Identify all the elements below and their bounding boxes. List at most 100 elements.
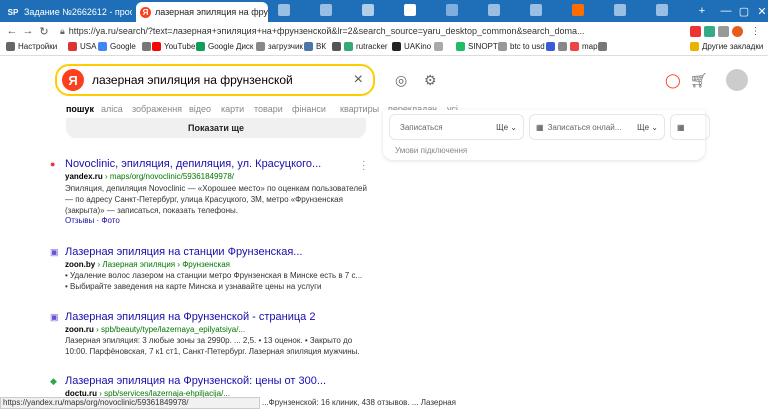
extension-icon[interactable] [704,26,715,37]
bookmark-favicon-icon [332,42,341,51]
bookmark-favicon-icon [558,42,567,51]
tab-alisa[interactable]: аліса [101,104,123,114]
yandex-logo-icon[interactable]: Я [62,69,84,91]
close-window-button[interactable]: ✕ [750,0,768,22]
new-tab-button[interactable]: + [690,0,714,22]
calendar-icon: ▦ [536,122,544,132]
bookmark-favicon-icon [6,42,15,51]
profile-icon[interactable] [732,26,743,37]
clear-icon[interactable]: × [354,71,363,89]
map-pin-icon: ● [50,159,56,169]
bookmark-item[interactable]: maps [570,42,602,51]
result-snippet: Лазерная эпиляция: 3 любые зоны за 2990р… [65,336,360,356]
result-url[interactable]: zoon.by › Лазерная эпиляция › Фрунзенска… [65,260,230,269]
search-box[interactable]: Я лазерная эпиляция на фрунзенской × [55,64,375,96]
bookmark-label: YouTube [164,42,196,51]
bookmark-item[interactable]: btc to usd [498,42,545,51]
tab-favicon-icon[interactable] [362,4,374,16]
search-input[interactable]: лазерная эпиляция на фрунзенской [92,73,293,87]
tab-title: Задание №2662612 - просмотр [24,7,132,17]
tab-images[interactable]: зображення [132,104,182,114]
show-more-button[interactable]: Показати ще [66,118,366,138]
address-bar[interactable]: 🔒︎ https://ya.ru/search/?text=лазерная+эп… [60,23,685,39]
more-options-icon[interactable]: · · · [362,157,365,175]
connection-terms-link[interactable]: Умови підключення [395,146,467,155]
alisa-icon[interactable]: ◯ [665,72,681,89]
avatar[interactable] [726,69,748,91]
extension-icon[interactable] [690,26,701,37]
tab-favicon-icon[interactable] [656,4,668,16]
bookmark-item[interactable]: ВК [304,42,326,51]
tab-video[interactable]: відео [189,104,211,114]
tab-finance[interactable]: фінанси [292,104,326,114]
tab-apartments[interactable]: квартиры [340,104,379,114]
puzzle-icon[interactable] [718,26,729,37]
status-bar-url: https://yandex.ru/maps/org/novoclinic/59… [0,397,260,409]
tab-favicon-icon[interactable] [488,4,500,16]
booking-panel: Записаться Ще ⌄ ▦ Записаться онлай... Ще… [383,110,710,160]
booking-slot[interactable]: Записаться Ще ⌄ [389,114,524,140]
tab-favicon-icon[interactable] [614,4,626,16]
forward-arrow-icon[interactable]: → [20,25,36,37]
booking-slot[interactable]: ▦ [670,114,710,140]
bookmark-item[interactable]: Google Диск [196,42,253,51]
result-links[interactable]: Отзывы · Фото [65,216,120,225]
booking-select[interactable]: Ще ⌄ [496,123,517,132]
cart-icon[interactable]: 🛒︎ [690,72,708,89]
booking-slot[interactable]: ▦ Записаться онлай... Ще ⌄ [529,114,665,140]
booking-select[interactable]: Ще ⌄ [637,123,658,132]
bookmark-item[interactable]: Google [98,42,136,51]
bookmark-item[interactable]: Настройки [6,42,57,51]
tab-favicon-icon[interactable] [278,4,290,16]
bookmark-item[interactable]: загрузчик [256,42,303,51]
bookmark-label: Google [110,42,136,51]
bookmark-label: btc to usd [510,42,545,51]
result-title[interactable]: Лазерная эпиляция на Фрунзенской: цены о… [65,375,326,387]
filter-icon[interactable]: ⚙︎ [424,72,437,89]
back-arrow-icon[interactable]: ← [4,25,20,37]
tab-products[interactable]: товари [254,104,283,114]
result-url[interactable]: yandex.ru › maps/org/novoclinic/59361849… [65,172,234,181]
tab-maps[interactable]: карти [221,104,244,114]
bookmark-item[interactable] [434,42,446,51]
bookmark-item[interactable] [598,42,610,51]
result-title[interactable]: Novoclinic, эпиляция, депиляция, ул. Кра… [65,158,321,170]
bookmark-favicon-icon [498,42,507,51]
bookmark-label: Google Диск [208,42,254,51]
result-title[interactable]: Лазерная эпиляция на станции Фрунзенская… [65,246,302,258]
bookmark-favicon-icon [304,42,313,51]
bookmark-item[interactable]: UAKino [392,42,431,51]
browser-toolbar: ← → ↻ 🔒︎ https://ya.ru/search/?text=лазер… [0,22,768,40]
bookmark-label: UAKino [404,42,432,51]
bookmark-item[interactable]: YouTube [152,42,195,51]
result-url[interactable]: zoon.ru › spb/beauty/type/lazernaya_epil… [65,325,245,334]
reload-icon[interactable]: ↻ [36,25,52,38]
bookmark-favicon-icon [68,42,77,51]
tab-favicon-icon[interactable] [320,4,332,16]
bookmark-favicon-icon [196,42,205,51]
bookmark-favicon-icon [142,42,151,51]
camera-search-icon[interactable]: ◎ [395,72,407,89]
result-title[interactable]: Лазерная эпиляция на Фрунзенской - стран… [65,311,315,323]
bookmark-item[interactable]: Другие закладки [690,42,763,51]
tab-favicon-icon[interactable] [530,4,542,16]
tab-strip: SP Задание №2662612 - просмотр × Я лазер… [0,0,768,22]
tab-yandex-search[interactable]: Я лазерная эпиляция на фрунзенской × [136,2,268,22]
tab-favicon-icon[interactable] [446,4,458,16]
tab-poshuk[interactable]: пошук [66,104,94,114]
yandex-favicon-icon: Я [140,6,151,18]
url-host: yandex.ru [65,172,103,181]
bookmark-item[interactable]: USA [68,42,96,51]
bookmark-favicon-icon [152,42,161,51]
bookmark-item[interactable] [332,42,344,51]
bookmark-item[interactable]: rutracker [344,42,388,51]
tab-zadanie[interactable]: SP Задание №2662612 - просмотр × [2,2,132,22]
tab-favicon-icon[interactable] [572,4,584,16]
menu-icon[interactable]: ⋮ [750,26,761,37]
select-value: Ще [637,122,650,132]
bookmark-item[interactable] [546,42,558,51]
tab-favicon-icon[interactable] [404,4,416,16]
url-path: › maps/org/novoclinic/59361849978/ [105,172,235,181]
bookmark-item[interactable] [558,42,570,51]
search-result: ◆ Лазерная эпиляция на Фрунзенской: цены… [50,375,380,398]
